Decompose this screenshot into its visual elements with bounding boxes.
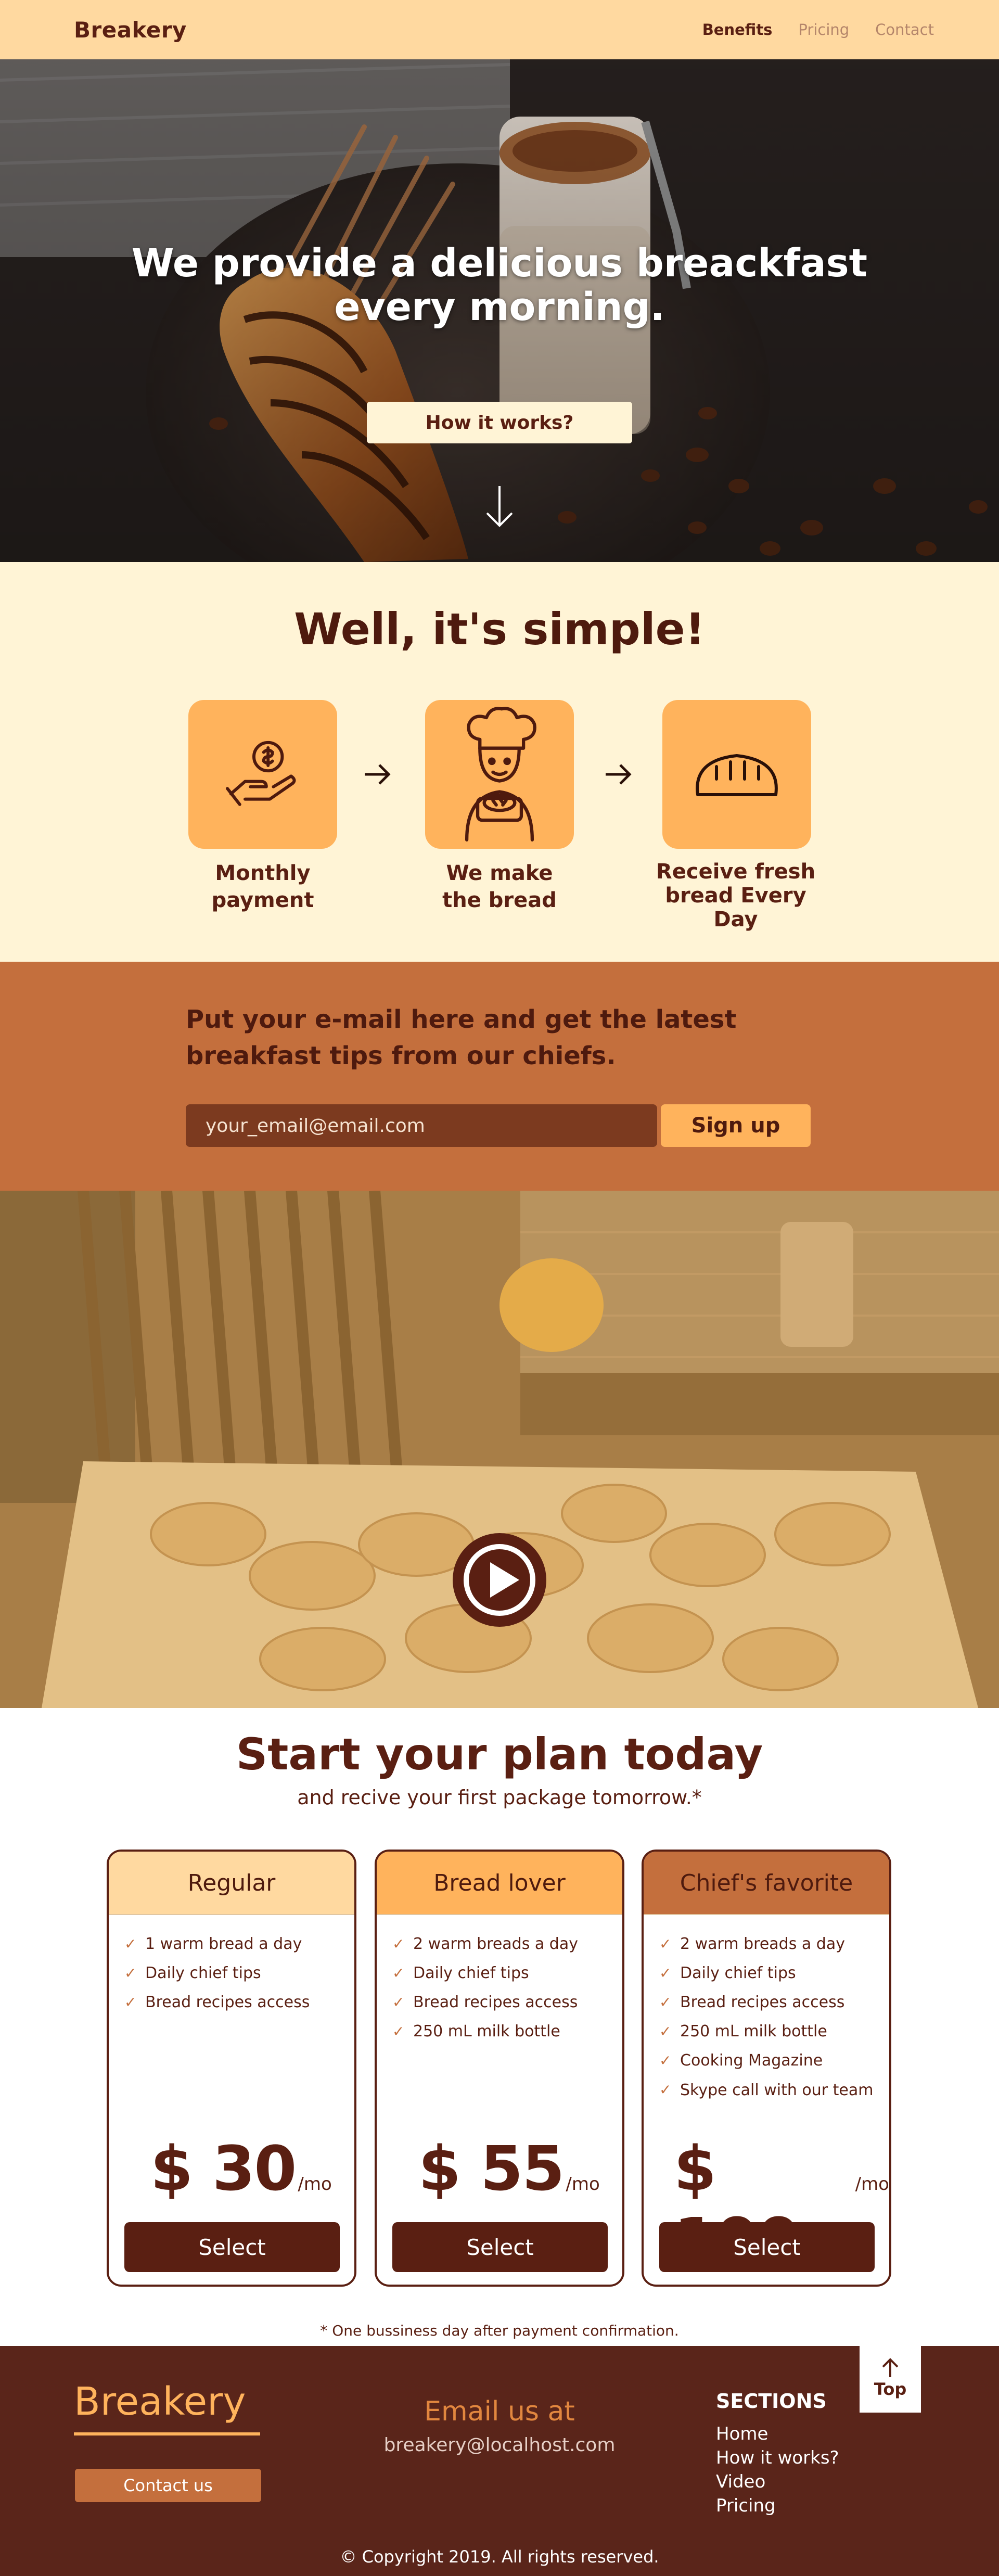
section-title: Well, it's simple! (294, 604, 705, 655)
feature-item: ✓ Bread recipes access (659, 1988, 874, 2017)
footer-link-how-it-works[interactable]: How it works? (716, 2446, 839, 2470)
feature-list: ✓ 2 warm breads a day ✓ Daily chief tips ✓… (644, 1915, 889, 2105)
step-1-label: Monthly payment (211, 861, 314, 912)
feature-list: ✓ 1 warm bread a day ✓ Daily chief tips ✓ B… (109, 1915, 354, 2017)
step-3-label: Receive fresh bread Every Day (656, 860, 816, 932)
arrow-right-icon (365, 764, 391, 785)
select-plan-button[interactable]: Select (659, 2222, 875, 2272)
email-address-link[interactable]: breakery@localhost.com (364, 2434, 635, 2456)
feature-item: ✓ 2 warm breads a day (392, 1930, 607, 1959)
select-plan-button[interactable]: Select (392, 2222, 608, 2272)
check-icon: ✓ (659, 1935, 672, 1953)
check-icon: ✓ (392, 1965, 405, 1982)
brand-underline (74, 2432, 260, 2435)
play-icon[interactable] (452, 1532, 547, 1628)
nav-link-benefits[interactable]: Benefits (702, 21, 773, 39)
arrow-down-icon[interactable] (484, 483, 515, 530)
email-input[interactable] (186, 1104, 657, 1147)
plan-price: $ 30/mo (150, 2133, 332, 2204)
sections-heading: SECTIONS (716, 2390, 827, 2413)
check-icon: ✓ (392, 1935, 405, 1953)
select-plan-button[interactable]: Select (124, 2222, 340, 2272)
back-to-top-button[interactable]: Top (860, 2343, 921, 2413)
hand-coin-icon (226, 741, 296, 806)
video-thumbnail (0, 1191, 999, 1708)
step-3-card (662, 700, 811, 849)
video-section[interactable] (0, 1191, 999, 1708)
step-2-card (425, 700, 574, 849)
arrow-right-icon (606, 764, 632, 785)
feature-item: ✓ 250 mL milk bottle (392, 2017, 607, 2046)
plan-price: $ 55/mo (418, 2133, 600, 2204)
plan-name: Chief's favorite (644, 1852, 889, 1915)
plan-name: Bread lover (377, 1852, 622, 1915)
feature-item: ✓ 2 warm breads a day (659, 1930, 874, 1959)
feature-item: ✓ Daily chief tips (659, 1959, 874, 1988)
feature-item: ✓ 250 mL milk bottle (659, 2017, 874, 2046)
check-icon: ✓ (392, 2023, 405, 2040)
check-icon: ✓ (659, 2081, 672, 2098)
nav-links: Benefits Pricing Contact (702, 21, 934, 39)
arrow-up-icon (882, 2358, 899, 2377)
nav-link-pricing[interactable]: Pricing (798, 21, 849, 39)
navbar: Breakery Benefits Pricing Contact (0, 0, 999, 59)
pricing-section: Start your plan today and recive your fi… (0, 1708, 999, 2346)
step-1-card (188, 700, 337, 849)
plan-card-regular: Regular ✓ 1 warm bread a day ✓ Daily chief… (107, 1850, 356, 2287)
feature-item: ✓ Daily chief tips (392, 1959, 607, 1988)
step-2-label: We make the bread (442, 861, 557, 912)
check-icon: ✓ (659, 1965, 672, 1982)
feature-item: ✓ Bread recipes access (124, 1988, 339, 2017)
how-it-works-section: Well, it's simple! Monthly payment We ma… (0, 562, 999, 962)
hero-title: We provide a delicious breackfast every … (0, 241, 999, 329)
how-it-works-button[interactable]: How it works? (367, 402, 632, 443)
pricing-subtitle: and recive your first package tomorrow.* (297, 1786, 702, 1809)
feature-item: ✓ Skype call with our team (659, 2075, 874, 2105)
hero-title-line1: We provide a delicious breackfast (131, 241, 868, 286)
sign-up-button[interactable]: Sign up (661, 1104, 811, 1147)
nav-link-contact[interactable]: Contact (875, 21, 934, 39)
newsletter-title: Put your e-mail here and get the latest … (186, 1005, 737, 1070)
copyright: © Copyright 2019. All rights reserved. (340, 2547, 659, 2567)
check-icon: ✓ (124, 1965, 137, 1982)
check-icon: ✓ (124, 1935, 137, 1953)
footer: Breakery Contact us Email us at breakery… (0, 2343, 999, 2576)
footer-sections: SECTIONS Home How it works? Video Pricin… (716, 2390, 839, 2518)
plan-card-bread-lover: Bread lover ✓ 2 warm breads a day ✓ Daily … (375, 1850, 624, 2287)
chef-icon (465, 707, 536, 841)
bread-icon (696, 754, 778, 796)
footer-link-home[interactable]: Home (716, 2422, 839, 2446)
check-icon: ✓ (659, 2023, 672, 2040)
feature-item: ✓ Daily chief tips (124, 1959, 339, 1988)
check-icon: ✓ (392, 1994, 405, 2011)
hero-title-line2: every morning. (334, 285, 665, 329)
newsletter-section: Put your e-mail here and get the latest … (0, 962, 999, 1191)
footer-link-video[interactable]: Video (716, 2470, 839, 2494)
feature-item: ✓ Cooking Magazine (659, 2046, 874, 2075)
check-icon: ✓ (124, 1994, 137, 2011)
top-label: Top (874, 2379, 907, 2399)
email-heading: Email us at (424, 2396, 575, 2427)
plan-card-chiefs-favorite: Chief's favorite ✓ 2 warm breads a day ✓ D… (642, 1850, 891, 2287)
check-icon: ✓ (659, 2052, 672, 2069)
check-icon: ✓ (659, 1994, 672, 2011)
feature-item: ✓ Bread recipes access (392, 1988, 607, 2017)
plan-name: Regular (109, 1852, 354, 1915)
footer-brand: Breakery (74, 2379, 246, 2424)
pricing-title: Start your plan today (236, 1729, 763, 1780)
pricing-footnote: * One bussiness day after payment confir… (320, 2322, 679, 2339)
feature-list: ✓ 2 warm breads a day ✓ Daily chief tips ✓… (377, 1915, 622, 2046)
contact-us-button[interactable]: Contact us (75, 2469, 261, 2502)
feature-item: ✓ 1 warm bread a day (124, 1930, 339, 1959)
footer-link-pricing[interactable]: Pricing (716, 2494, 839, 2518)
brand-logo[interactable]: Breakery (74, 17, 187, 43)
hero-section: We provide a delicious breackfast every … (0, 59, 999, 562)
